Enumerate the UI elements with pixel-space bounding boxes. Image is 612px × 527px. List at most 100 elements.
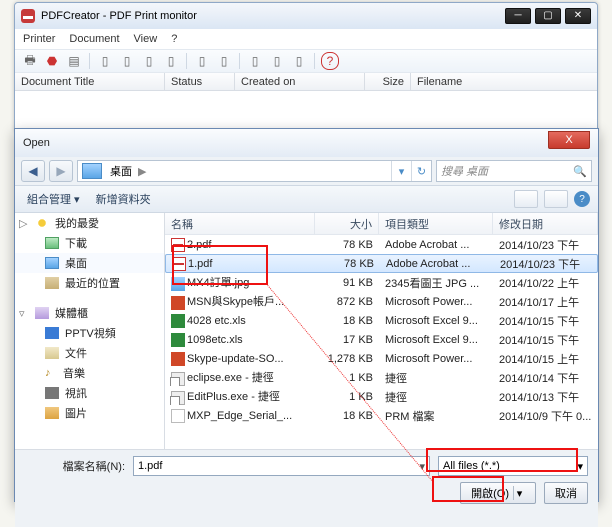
- minimize-button[interactable]: ─: [505, 8, 531, 24]
- pdfcreator-window: PDFCreator - PDF Print monitor ─ ▢ ✕ Pri…: [14, 2, 598, 132]
- chevron-down-icon[interactable]: ▾: [577, 460, 583, 473]
- menu-printer[interactable]: Printer: [23, 33, 55, 45]
- tool-2-icon[interactable]: ▯: [118, 52, 136, 70]
- star-icon: [35, 217, 49, 229]
- back-button[interactable]: ◀: [21, 160, 45, 182]
- file-row[interactable]: MX4訂單.jpg91 KB2345看圖王 JPG ...2014/10/22 …: [165, 273, 598, 292]
- address-bar[interactable]: 桌面 ▶ ▾ ↻: [77, 160, 432, 182]
- pptv-icon: [45, 327, 59, 339]
- file-row[interactable]: 4028 etc.xls18 KBMicrosoft Excel 9...201…: [165, 311, 598, 330]
- chevron-right-icon[interactable]: ▶: [136, 165, 148, 178]
- refresh-icon[interactable]: ↻: [411, 161, 431, 181]
- pdf-file-icon: [172, 257, 186, 271]
- col-date[interactable]: 修改日期: [493, 213, 598, 234]
- file-row[interactable]: eclipse.exe - 捷徑1 KB捷徑2014/10/14 下午: [165, 368, 598, 387]
- filename-label: 檔案名稱(N):: [25, 458, 125, 474]
- desktop-icon: [82, 163, 102, 179]
- menu-view[interactable]: View: [134, 33, 158, 45]
- tool-1-icon[interactable]: ▯: [96, 52, 114, 70]
- library-icon: [35, 307, 49, 319]
- filename-input[interactable]: 1.pdf ▾: [133, 456, 430, 476]
- new-folder-button[interactable]: 新增資料夾: [96, 191, 151, 207]
- nav-video[interactable]: 視訊: [15, 383, 164, 403]
- titlebar: PDFCreator - PDF Print monitor ─ ▢ ✕: [15, 3, 597, 29]
- bottom-panel: 檔案名稱(N): 1.pdf ▾ All files (*.*) ▾ 開啟(O)…: [15, 449, 598, 527]
- tool-7-icon[interactable]: ▯: [246, 52, 264, 70]
- ppt-file-icon: [171, 352, 185, 366]
- help-icon[interactable]: ?: [321, 52, 339, 70]
- nav-pane: ▷我的最愛 下載 桌面 最近的位置 ▿媒體櫃 PPTV視頻 文件 ♪音樂 視訊 …: [15, 213, 165, 449]
- pdf-file-icon: [171, 238, 185, 252]
- music-icon: ♪: [45, 367, 57, 379]
- file-row[interactable]: Skype-update-SO...1,278 KBMicrosoft Powe…: [165, 349, 598, 368]
- col-created[interactable]: Created on: [235, 73, 365, 90]
- file-row[interactable]: 2.pdf78 KBAdobe Acrobat ...2014/10/23 下午: [165, 235, 598, 254]
- chevron-down-icon[interactable]: ▾: [419, 460, 425, 473]
- col-name[interactable]: 名稱: [165, 213, 315, 234]
- file-row[interactable]: EditPlus.exe - 捷徑1 KB捷徑2014/10/13 下午: [165, 387, 598, 406]
- print-icon[interactable]: 🖶: [21, 52, 39, 70]
- chevron-down-icon[interactable]: ▾: [391, 161, 411, 181]
- open-dialog: Open X ◀ ▶ 桌面 ▶ ▾ ↻ 搜尋 桌面 🔍 組合管理 ▾ 新增資料夾…: [14, 128, 599, 502]
- doc-icon[interactable]: ▤: [65, 52, 83, 70]
- col-status[interactable]: Status: [165, 73, 235, 90]
- tool-5-icon[interactable]: ▯: [193, 52, 211, 70]
- nav-favorites[interactable]: ▷我的最愛: [15, 213, 164, 233]
- menu-help[interactable]: ?: [171, 33, 177, 45]
- nav-pictures[interactable]: 圖片: [15, 403, 164, 423]
- list-body: [15, 91, 597, 131]
- xls-file-icon: [171, 314, 185, 328]
- file-row[interactable]: MSN與Skype帳戶...872 KBMicrosoft Power...20…: [165, 292, 598, 311]
- tool-6-icon[interactable]: ▯: [215, 52, 233, 70]
- col-title[interactable]: Document Title: [15, 73, 165, 90]
- maximize-button[interactable]: ▢: [535, 8, 561, 24]
- file-row[interactable]: 1.pdf78 KBAdobe Acrobat ...2014/10/23 下午: [165, 254, 598, 273]
- col-filename[interactable]: Filename: [411, 73, 597, 90]
- nav-music[interactable]: ♪音樂: [15, 363, 164, 383]
- nav-recent[interactable]: 最近的位置: [15, 273, 164, 293]
- forward-button[interactable]: ▶: [49, 160, 73, 182]
- view-button[interactable]: [514, 190, 538, 208]
- col-type[interactable]: 項目類型: [379, 213, 493, 234]
- nav-libraries[interactable]: ▿媒體櫃: [15, 303, 164, 323]
- menu-document[interactable]: Document: [69, 33, 119, 45]
- app-icon: [21, 9, 35, 23]
- nav-desktop[interactable]: 桌面: [15, 253, 164, 273]
- file-rows[interactable]: 2.pdf78 KBAdobe Acrobat ...2014/10/23 下午…: [165, 235, 598, 449]
- dialog-close-button[interactable]: X: [548, 131, 590, 149]
- open-split-caret[interactable]: ▾: [513, 486, 525, 500]
- window-buttons: ─ ▢ ✕: [505, 8, 591, 24]
- window-title: PDFCreator - PDF Print monitor: [41, 10, 505, 22]
- open-button[interactable]: 開啟(O) ▾: [460, 482, 536, 504]
- filetype-value: All files (*.*): [443, 460, 500, 472]
- col-size[interactable]: 大小: [315, 213, 379, 234]
- search-input[interactable]: 搜尋 桌面 🔍: [436, 160, 592, 182]
- tool-9-icon[interactable]: ▯: [290, 52, 308, 70]
- jpg-file-icon: [171, 277, 185, 291]
- tool-8-icon[interactable]: ▯: [268, 52, 286, 70]
- pictures-icon: [45, 407, 59, 419]
- organize-button[interactable]: 組合管理 ▾: [23, 189, 84, 209]
- breadcrumb[interactable]: 桌面: [106, 163, 136, 179]
- dialog-title: Open: [23, 137, 548, 149]
- tool-3-icon[interactable]: ▯: [140, 52, 158, 70]
- filename-value: 1.pdf: [138, 460, 162, 472]
- nav-documents[interactable]: 文件: [15, 343, 164, 363]
- search-icon: 🔍: [573, 165, 587, 178]
- download-icon: [45, 237, 59, 249]
- recent-icon: [45, 277, 59, 289]
- cancel-button[interactable]: 取消: [544, 482, 588, 504]
- separator: [239, 53, 240, 69]
- filetype-select[interactable]: All files (*.*) ▾: [438, 456, 588, 476]
- stop-icon[interactable]: ⬣: [43, 52, 61, 70]
- col-size[interactable]: Size: [365, 73, 411, 90]
- close-button[interactable]: ✕: [565, 8, 591, 24]
- tool-4-icon[interactable]: ▯: [162, 52, 180, 70]
- file-row[interactable]: MXP_Edge_Serial_...18 KBPRM 檔案2014/10/9 …: [165, 406, 598, 425]
- file-row[interactable]: 1098etc.xls17 KBMicrosoft Excel 9...2014…: [165, 330, 598, 349]
- preview-button[interactable]: [544, 190, 568, 208]
- dialog-titlebar: Open X: [15, 129, 598, 157]
- help-icon[interactable]: ?: [574, 191, 590, 207]
- nav-pptv[interactable]: PPTV視頻: [15, 323, 164, 343]
- nav-downloads[interactable]: 下載: [15, 233, 164, 253]
